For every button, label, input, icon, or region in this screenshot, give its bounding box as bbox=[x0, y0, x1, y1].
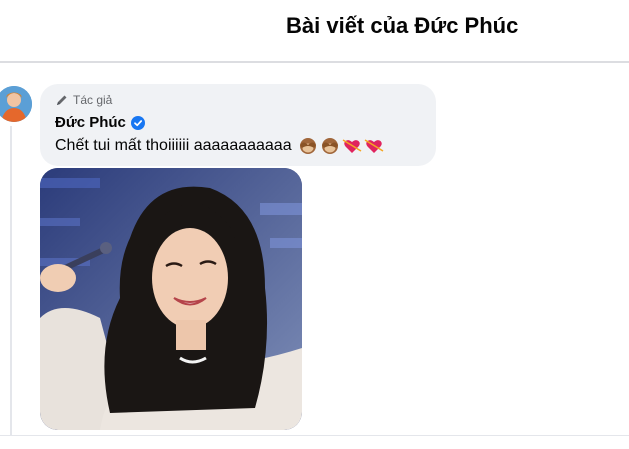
comment-author[interactable]: Đức Phúc bbox=[55, 114, 145, 131]
avatar-image bbox=[0, 86, 32, 122]
emoji-group bbox=[298, 136, 386, 156]
comment-text: Chết tui mất thoiiiiii aaaaaaaaaaa bbox=[55, 137, 292, 154]
footer-divider bbox=[0, 435, 629, 436]
comment-bubble: Tác giả Đức Phúc Chết tui mất thoiiiiii … bbox=[40, 84, 436, 166]
author-badge: Tác giả bbox=[55, 93, 112, 107]
comment-text-row: Chết tui mất thoiiiiii aaaaaaaaaaa bbox=[55, 136, 386, 156]
see-no-evil-monkey-icon bbox=[320, 136, 340, 156]
verified-badge-icon bbox=[130, 115, 145, 130]
page-title: Bài viết của Đức Phúc bbox=[286, 13, 519, 38]
see-no-evil-monkey-icon bbox=[298, 136, 318, 156]
pen-icon bbox=[55, 93, 69, 107]
comment-thread-line bbox=[10, 126, 12, 436]
page-header: Bài viết của Đức Phúc bbox=[0, 0, 629, 60]
author-name-text[interactable]: Đức Phúc bbox=[55, 114, 126, 131]
photo-image bbox=[40, 168, 302, 430]
heart-with-arrow-icon bbox=[342, 136, 362, 156]
author-badge-label: Tác giả bbox=[73, 93, 113, 107]
avatar[interactable] bbox=[0, 86, 32, 122]
comment-photo[interactable] bbox=[40, 168, 302, 430]
heart-with-arrow-icon bbox=[364, 136, 384, 156]
header-divider bbox=[0, 61, 629, 63]
